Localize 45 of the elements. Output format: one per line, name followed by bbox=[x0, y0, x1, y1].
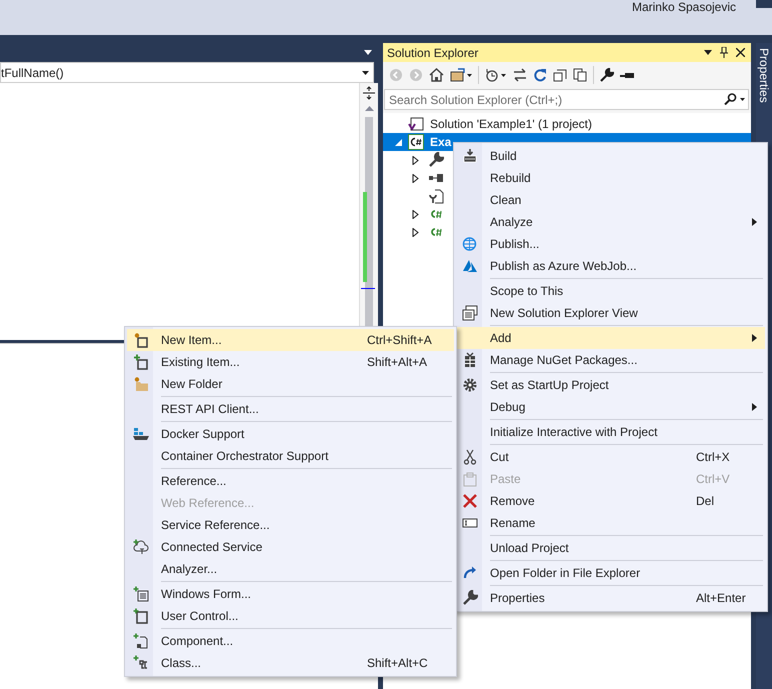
menu-item-label: Web Reference... bbox=[161, 496, 254, 510]
menu-item-label: Docker Support bbox=[161, 427, 244, 441]
menu-item-label: Component... bbox=[161, 634, 234, 648]
tree-item-label: Exa bbox=[430, 135, 452, 149]
menu-item-label: Initialize Interactive with Project bbox=[490, 425, 658, 439]
menu-item-label: Remove bbox=[490, 494, 535, 508]
menu-item-label: Class... bbox=[161, 656, 202, 670]
menu-item-label: Properties bbox=[490, 591, 545, 605]
menu-item-label: Container Orchestrator Support bbox=[161, 449, 328, 463]
shortcut-text: Alt+Enter bbox=[696, 591, 746, 605]
menu-item-label: Unload Project bbox=[490, 541, 569, 555]
shortcut-text: Ctrl+X bbox=[696, 450, 730, 464]
menu-item-label: Rename bbox=[490, 516, 536, 530]
menu-item-label: REST API Client... bbox=[161, 402, 259, 416]
menu-item-label: Analyze bbox=[490, 215, 533, 229]
shortcut-text: Del bbox=[696, 494, 714, 508]
menu-item-label: Manage NuGet Packages... bbox=[490, 353, 638, 367]
menu-item-label: Paste bbox=[490, 472, 521, 486]
menu-item-label: User Control... bbox=[161, 609, 238, 623]
menu-item-label: Clean bbox=[490, 193, 522, 207]
shortcut-text: Shift+Alt+C bbox=[367, 656, 428, 670]
menu-item-label: Build bbox=[490, 149, 517, 163]
menu-item-label: Analyzer... bbox=[161, 562, 218, 576]
panel-title: Solution Explorer bbox=[387, 46, 480, 60]
menu-item-label: Scope to This bbox=[490, 284, 564, 298]
menu-item-label: Reference... bbox=[161, 474, 226, 488]
menu-item-label: Windows Form... bbox=[161, 587, 252, 601]
menu-item-label: New Item... bbox=[161, 333, 222, 347]
menu-item-label: Debug bbox=[490, 400, 526, 414]
menu-item-label: Service Reference... bbox=[161, 518, 270, 532]
menu-item-label: Existing Item... bbox=[161, 355, 240, 369]
menu-item-label: New Solution Explorer View bbox=[490, 306, 638, 320]
menu-item-label: Add bbox=[490, 331, 512, 345]
shortcut-text: Ctrl+V bbox=[696, 472, 730, 486]
menu-item-label: Cut bbox=[490, 450, 509, 464]
menu-item-label: Publish... bbox=[490, 237, 540, 251]
menu-item-label: Connected Service bbox=[161, 540, 262, 554]
menu-item-label: Open Folder in File Explorer bbox=[490, 566, 640, 580]
shortcut-text: Ctrl+Shift+A bbox=[367, 333, 432, 347]
tree-item-label: Solution 'Example1' (1 project) bbox=[430, 117, 592, 131]
menu-item-label: New Folder bbox=[161, 377, 222, 391]
menu-item-label: Set as StartUp Project bbox=[490, 378, 609, 392]
menu-item-label: Publish as Azure WebJob... bbox=[490, 259, 637, 273]
shortcut-text: Shift+Alt+A bbox=[367, 355, 428, 369]
menu-item-label: Rebuild bbox=[490, 171, 531, 185]
